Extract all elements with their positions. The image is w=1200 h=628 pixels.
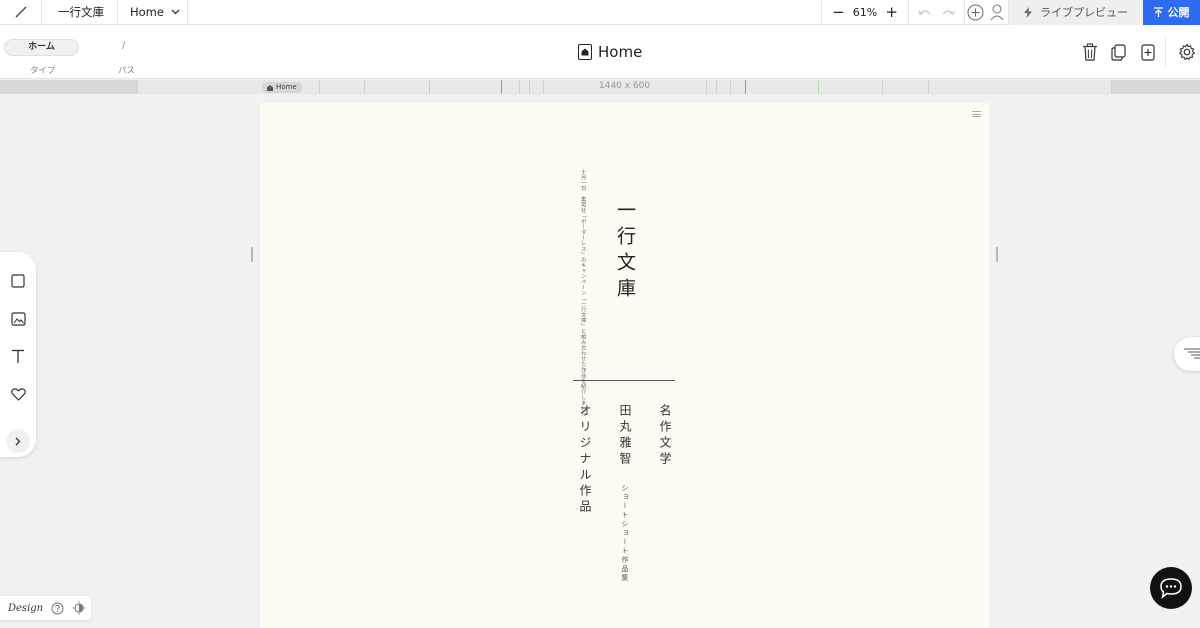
page-path-label: パス [118, 66, 136, 76]
home-icon [267, 84, 273, 91]
live-preview-button[interactable]: ライブプレビュー [1009, 0, 1143, 25]
upload-icon [1153, 7, 1163, 17]
help-icon[interactable] [51, 602, 64, 615]
add-image-button[interactable] [8, 309, 28, 329]
page-title-text: Home [598, 43, 643, 61]
ruler-tick [745, 80, 746, 94]
lightning-icon [1024, 6, 1032, 18]
add-text-button[interactable] [8, 346, 28, 366]
design-label[interactable]: Design [8, 603, 43, 614]
resize-handle-left[interactable] [251, 247, 253, 262]
design-panel: Design [0, 596, 91, 620]
nav-item-classics[interactable]: 名作文学 [657, 404, 674, 468]
user-avatar-icon [990, 4, 1003, 21]
ruler-tick [730, 80, 731, 94]
page-type-label: タイプ [30, 66, 56, 76]
live-preview-label: ライブプレビュー [1040, 6, 1128, 19]
pencil-icon [15, 6, 26, 18]
ruler-tick [429, 80, 430, 94]
chat-support-button[interactable] [1150, 567, 1192, 609]
page-tools [1075, 37, 1200, 67]
duplicate-page-button[interactable] [1104, 43, 1133, 61]
copy-icon [1111, 43, 1126, 61]
page-title: Home [578, 43, 642, 61]
ruler-tick [882, 80, 883, 94]
top-bar: 一行文庫 Home − 61% + ライブプレビュー 公開 [0, 0, 1200, 25]
ruler-tick [319, 80, 320, 94]
expand-dock-button[interactable] [6, 429, 30, 453]
ruler-tick [706, 80, 707, 94]
nav-item-tamaru[interactable]: 田丸雅智 [617, 404, 634, 468]
tools-divider [1165, 37, 1166, 67]
site-name[interactable]: 一行文庫 [42, 0, 118, 25]
history-controls [909, 0, 965, 25]
zoom-in-button[interactable]: + [885, 4, 898, 20]
ruler-gutter-left [0, 80, 137, 94]
ruler-tick [928, 80, 929, 94]
add-collaborator-button[interactable] [965, 0, 985, 25]
publish-label: 公開 [1167, 6, 1190, 19]
ruler-tick [364, 80, 365, 94]
image-icon [10, 312, 26, 326]
ruler-tick [818, 80, 819, 94]
zoom-out-button[interactable]: − [832, 4, 845, 20]
ruler-tick [137, 80, 138, 94]
add-page-icon [1140, 43, 1155, 61]
square-icon [11, 274, 25, 288]
ruler-tick [716, 80, 717, 94]
ruler-tick [543, 80, 544, 94]
canvas-size-label: 1440 x 600 [599, 81, 651, 91]
home-page-icon [578, 44, 592, 60]
gear-icon [1178, 43, 1196, 61]
avatar[interactable] [985, 0, 1009, 25]
delete-page-button[interactable] [1075, 43, 1104, 61]
ruler-home-label: Home [276, 83, 297, 91]
ruler-home-tag[interactable]: Home [262, 82, 302, 93]
canvas-ruler: Home 1440 x 600 [0, 80, 1200, 94]
trash-icon [1082, 43, 1097, 61]
page-path-input[interactable]: / [122, 40, 125, 51]
resize-handle-right[interactable] [996, 247, 998, 262]
nav-item-original[interactable]: オリジナル作品 [577, 404, 594, 516]
layers-toggle[interactable] [1174, 337, 1200, 371]
theme-toggle-icon[interactable] [72, 601, 86, 615]
chevron-right-icon [15, 437, 21, 445]
zoom-control: − 61% + [821, 0, 909, 25]
page-select-label: Home [130, 5, 164, 19]
ruler-tick [501, 80, 502, 94]
add-box-button[interactable] [8, 271, 28, 291]
nav-item-tamaru-sub: ショートショート作品集 [621, 484, 629, 583]
ruler-tick [519, 80, 520, 94]
add-page-button[interactable] [1133, 43, 1162, 61]
hero-title: 一行文庫 [614, 200, 636, 304]
layers-list-icon [1184, 348, 1200, 359]
text-icon [12, 349, 24, 363]
page-canvas[interactable]: 十月一日 集英社「ボーダーレス」のキャンペーン「一行文庫」と組み合わせた作品を紹… [260, 103, 989, 628]
page-select[interactable]: Home [118, 0, 188, 25]
page-type-select[interactable]: ホーム [4, 39, 79, 56]
redo-icon[interactable] [941, 8, 955, 16]
page-settings-bar: ホーム タイプ / パス Home [0, 25, 1200, 79]
publish-button[interactable]: 公開 [1143, 0, 1200, 25]
add-icon-button[interactable] [8, 384, 28, 404]
section-menu-icon[interactable] [972, 111, 981, 117]
page-settings-button[interactable] [1174, 43, 1200, 61]
edit-pencil-button[interactable] [0, 0, 42, 25]
ruler-tick [1111, 80, 1112, 94]
zoom-level: 61% [852, 5, 878, 19]
undo-icon[interactable] [918, 8, 932, 16]
plus-circle-icon [967, 4, 983, 20]
chevron-down-icon [171, 9, 180, 15]
add-element-dock [0, 252, 36, 457]
heart-icon [10, 387, 26, 401]
ruler-gutter-right [1111, 80, 1200, 94]
ruler-tick [529, 80, 530, 94]
chat-bubble-icon [1160, 578, 1182, 599]
hero-divider [573, 380, 675, 381]
